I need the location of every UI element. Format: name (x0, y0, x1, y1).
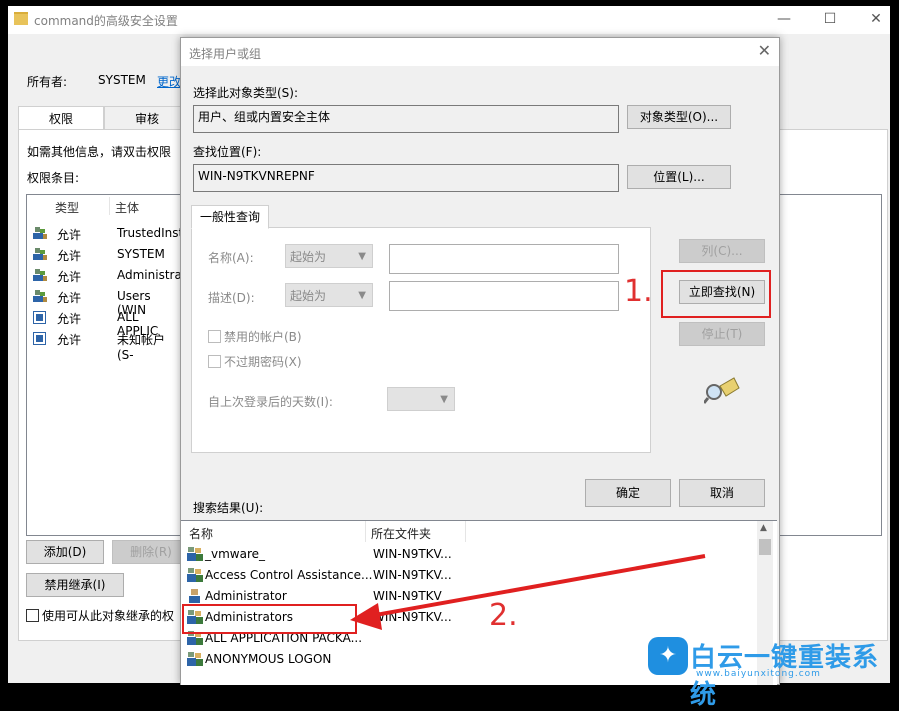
watermark-url: www.baiyunxitong.com (696, 669, 821, 679)
bird-logo-icon: ✦ (648, 637, 688, 675)
watermark: ✦ 白云一键重装系统 www.baiyunxitong.com (640, 633, 899, 710)
annotation-arrow (350, 554, 706, 630)
